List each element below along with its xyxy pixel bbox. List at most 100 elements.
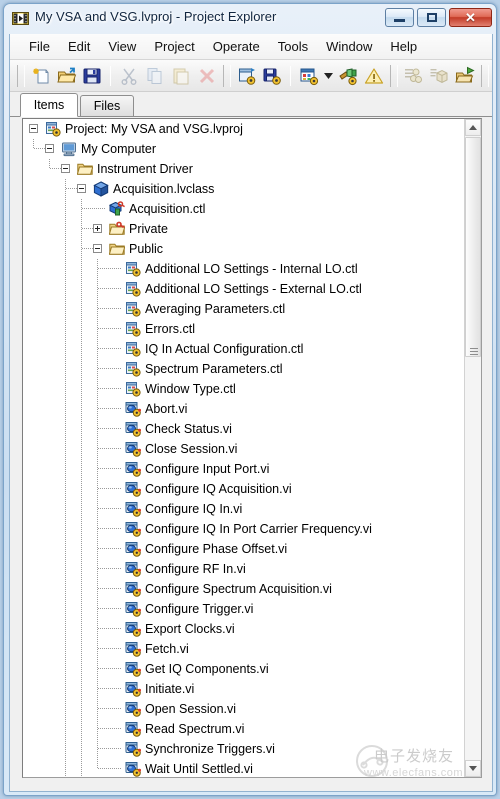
tree-row[interactable]: Configure IQ In Port Carrier Frequency.v… — [23, 519, 466, 539]
project-tree[interactable]: Project: My VSA and VSG.lvproj My Compute… — [23, 119, 466, 777]
tree-row[interactable]: Additional LO Settings - External LO.ctl — [23, 279, 466, 299]
close-button[interactable]: ✕ — [449, 8, 492, 27]
menu-file[interactable]: File — [20, 36, 59, 57]
save-all-button[interactable] — [259, 63, 285, 89]
build-specifications-button[interactable] — [335, 63, 361, 89]
toolbar-grip-3[interactable] — [389, 64, 398, 87]
tree-row[interactable]: Private — [23, 219, 466, 239]
vi-icon — [125, 602, 141, 617]
computer-icon — [62, 142, 76, 157]
tree-row[interactable]: Fetch.vi — [23, 639, 466, 659]
tree-row[interactable]: Acquisition.lvclass — [23, 179, 466, 199]
menu-tools[interactable]: Tools — [269, 36, 317, 57]
tree-guide-line — [81, 319, 82, 339]
tree-row[interactable]: IQ In Actual Configuration.ctl — [23, 339, 466, 359]
tree-row[interactable]: Export Clocks.vi — [23, 619, 466, 639]
tree-row[interactable]: Configure Phase Offset.vi — [23, 539, 466, 559]
source-control-button[interactable] — [426, 63, 452, 89]
tree-guide-line — [97, 519, 98, 539]
tree-collapse-icon[interactable] — [61, 164, 70, 173]
tree-row[interactable]: Averaging Parameters.ctl — [23, 299, 466, 319]
open-project-button[interactable] — [54, 63, 80, 89]
title-bar[interactable]: My VSA and VSG.lvproj - Project Explorer… — [4, 4, 496, 34]
menu-project[interactable]: Project — [145, 36, 203, 57]
tree-row[interactable]: Configure Spectrum Acquisition.vi — [23, 579, 466, 599]
client-area: File Edit View Project Operate Tools Win… — [9, 34, 493, 792]
tab-files[interactable]: Files — [80, 95, 134, 117]
scroll-thumb[interactable] — [465, 137, 481, 357]
tree-row[interactable]: Get IQ Components.vi — [23, 659, 466, 679]
tree-row[interactable]: Configure IQ Acquisition.vi — [23, 479, 466, 499]
warnings-button[interactable] — [361, 63, 387, 89]
tree-row[interactable]: Synchronize Triggers.vi — [23, 739, 466, 759]
tree-guide-line — [81, 659, 82, 679]
tree-guide-line — [98, 748, 122, 749]
tree-guide-line — [81, 499, 82, 519]
copy-icon — [147, 67, 162, 84]
tree-row[interactable]: Open Session.vi — [23, 699, 466, 719]
cut-button[interactable] — [116, 63, 142, 89]
tree-row[interactable]: Window Type.ctl — [23, 379, 466, 399]
tree-collapse-icon[interactable] — [77, 184, 86, 193]
tree-guide-line — [65, 499, 66, 519]
tree-row[interactable]: Spectrum Parameters.ctl — [23, 359, 466, 379]
tree-row-label: IQ In Actual Configuration.ctl — [145, 342, 304, 356]
tree-guide-line — [98, 668, 122, 669]
new-vi-button[interactable] — [234, 63, 260, 89]
tab-items[interactable]: Items — [20, 93, 78, 117]
menu-edit[interactable]: Edit — [59, 36, 99, 57]
save-project-button[interactable] — [80, 63, 106, 89]
toolbar-dropdown-button[interactable] — [322, 63, 335, 89]
ctl-icon — [126, 322, 141, 337]
scroll-down-button[interactable] — [465, 760, 481, 777]
tree-guide-line — [65, 539, 66, 559]
tree-guide-line — [98, 548, 122, 549]
tree-guide-line — [81, 219, 82, 239]
tree-guide-line — [65, 659, 66, 679]
menu-view[interactable]: View — [99, 36, 145, 57]
deploy-button[interactable] — [452, 63, 478, 89]
tree-row[interactable]: My Computer — [23, 139, 466, 159]
toolbar-grip[interactable] — [17, 64, 25, 87]
tree-row[interactable]: Check Status.vi — [23, 419, 466, 439]
ctl-icon — [126, 362, 141, 377]
tree-row[interactable]: Configure RF In.vi — [23, 559, 466, 579]
menu-help[interactable]: Help — [381, 36, 426, 57]
tree-expand-icon[interactable] — [93, 224, 102, 233]
scroll-up-button[interactable] — [465, 119, 481, 136]
tree-row[interactable]: Configure Trigger.vi — [23, 599, 466, 619]
paste-button[interactable] — [168, 63, 194, 89]
tree-guide-line — [97, 359, 98, 379]
delete-button[interactable] — [194, 63, 220, 89]
tree-vertical-scrollbar[interactable] — [464, 119, 481, 777]
tree-row-label: Close Session.vi — [145, 442, 238, 456]
tree-row[interactable]: Acquisition.ctl — [23, 199, 466, 219]
tree-row[interactable]: Configure Input Port.vi — [23, 459, 466, 479]
tree-row[interactable]: Errors.ctl — [23, 319, 466, 339]
tree-row[interactable]: Additional LO Settings - Internal LO.ctl — [23, 259, 466, 279]
maximize-button[interactable] — [417, 8, 446, 27]
copy-button[interactable] — [142, 63, 168, 89]
tree-row[interactable]: Configure IQ In.vi — [23, 499, 466, 519]
toolbar-grip-2[interactable] — [222, 64, 231, 87]
tree-collapse-icon[interactable] — [29, 124, 38, 133]
tree-row[interactable]: Initiate.vi — [23, 679, 466, 699]
menu-operate[interactable]: Operate — [204, 36, 269, 57]
toolbar-grip-4[interactable] — [480, 64, 489, 87]
tree-row[interactable]: Project: My VSA and VSG.lvproj — [23, 119, 466, 139]
tree-collapse-icon[interactable] — [45, 144, 54, 153]
tree-row[interactable]: Abort.vi — [23, 399, 466, 419]
new-project-button[interactable] — [28, 63, 54, 89]
minimize-button[interactable] — [385, 8, 414, 27]
tree-row[interactable]: Public — [23, 239, 466, 259]
menu-window[interactable]: Window — [317, 36, 381, 57]
tree-guide-line — [81, 299, 82, 319]
project-properties-button[interactable] — [296, 63, 322, 89]
tree-guide-line — [97, 399, 98, 419]
tree-row[interactable]: Wait Until Settled.vi — [23, 759, 466, 777]
tree-collapse-icon[interactable] — [93, 244, 102, 253]
resolve-conflicts-button[interactable] — [401, 63, 427, 89]
tree-row[interactable]: Close Session.vi — [23, 439, 466, 459]
tree-row[interactable]: Read Spectrum.vi — [23, 719, 466, 739]
tree-row[interactable]: Instrument Driver — [23, 159, 466, 179]
